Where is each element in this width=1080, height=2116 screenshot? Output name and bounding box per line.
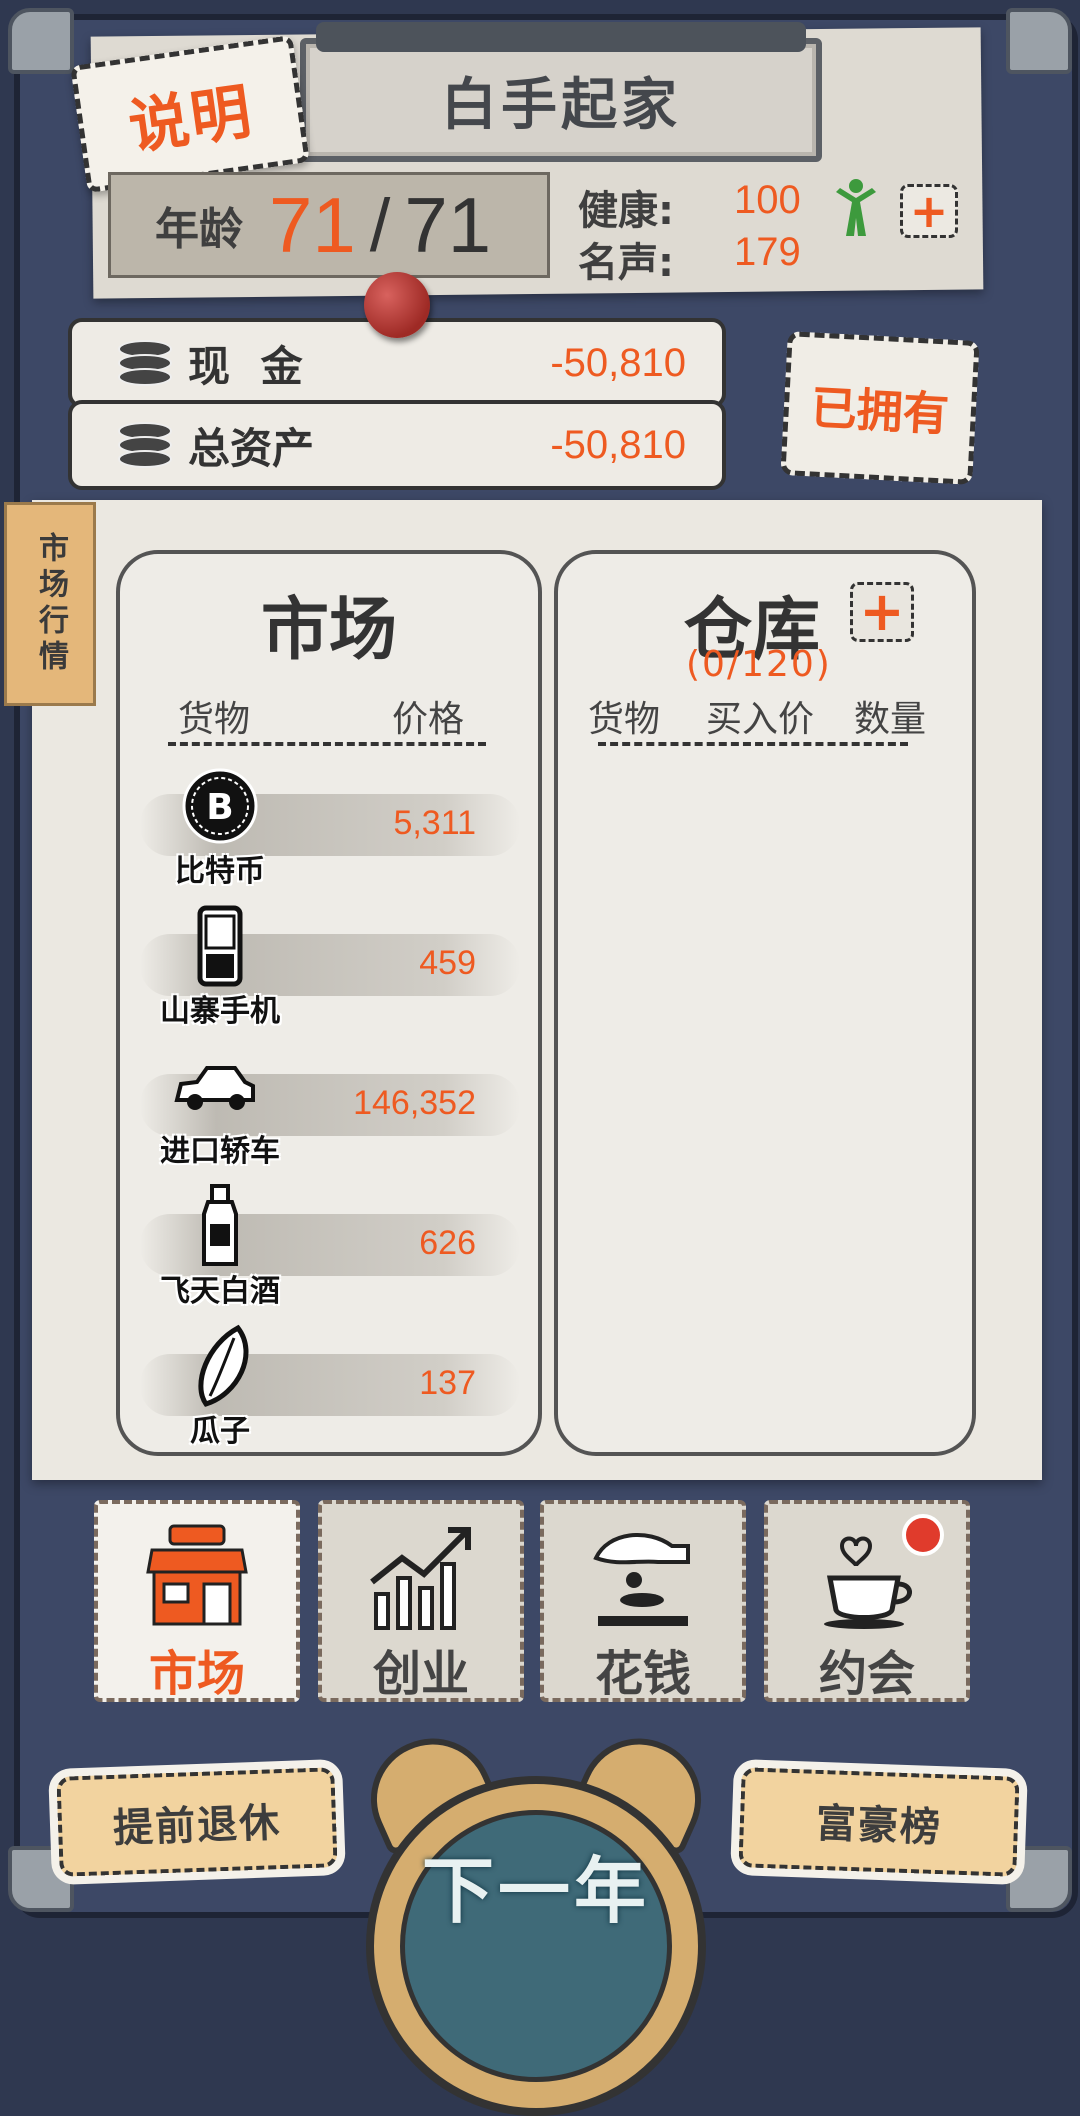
rich-list-label: 富豪榜: [815, 1800, 943, 1852]
bottom-tab-bar: 市场 创业 花钱 约会: [70, 1500, 1010, 1712]
seed-icon: [198, 1324, 249, 1407]
health-person-icon: [836, 179, 876, 236]
market-panel: 市场 货物 价格 B 比特币 5,311 山寨手机 459 进口轿车 146,3…: [116, 550, 542, 1456]
age-label: 年龄: [155, 204, 243, 255]
liquor-bottle-icon: [202, 1184, 238, 1266]
tab-label: 约会: [818, 1646, 915, 1702]
coin-stack-icon: [118, 340, 172, 386]
market-title: 市场: [260, 591, 397, 670]
next-year-label: 下一年: [421, 1849, 650, 1933]
age-max: 71: [404, 180, 492, 269]
fame-label: 名声:: [578, 240, 674, 286]
bitcoin-icon: B: [182, 768, 258, 844]
warehouse-col-qty: 数量: [854, 699, 927, 740]
assets-label: 总资产: [188, 423, 315, 473]
svg-text:B: B: [206, 787, 233, 828]
alarm-clock-icon: [366, 1776, 706, 2116]
car-icon: [174, 1066, 255, 1110]
health-plus-button[interactable]: +: [900, 184, 958, 238]
goods-price: 459: [419, 944, 476, 982]
plus-icon: +: [859, 580, 905, 643]
owned-button[interactable]: 已拥有: [780, 331, 980, 485]
warehouse-panel: 仓库 + (0/120) 货物 买入价 数量: [554, 550, 976, 1456]
market-item-phone[interactable]: 山寨手机 459: [120, 904, 538, 1044]
owned-label: 已拥有: [809, 380, 951, 442]
frame-corner: [8, 8, 74, 74]
divider: [598, 742, 908, 746]
market-item-car[interactable]: 进口轿车 146,352: [120, 1044, 538, 1184]
cash-value: -50,810: [550, 340, 686, 385]
warehouse-col-buy-price: 买入价: [706, 699, 815, 740]
title-plaque: 白手起家: [300, 22, 822, 162]
health-label: 健康:: [578, 188, 674, 234]
tab-dating[interactable]: 约会: [764, 1500, 970, 1702]
growth-chart-icon: [370, 1527, 471, 1630]
next-year-button[interactable]: 下一年: [351, 1719, 721, 2116]
explain-label: 说明: [124, 76, 258, 163]
push-pin: [364, 272, 430, 338]
goods-price: 5,311: [393, 804, 476, 842]
tab-label: 花钱: [594, 1646, 691, 1702]
age-current: 71: [269, 180, 356, 269]
goods-name: 瓜子: [190, 1414, 250, 1449]
tab-label: 创业: [372, 1646, 469, 1702]
game-title: 白手起家: [441, 72, 681, 138]
fame-value: 179: [734, 230, 801, 274]
market-item-seeds[interactable]: 瓜子 137: [120, 1324, 538, 1464]
market-col-price: 价格: [392, 699, 465, 740]
plaque-bar: [316, 22, 806, 52]
goods-name: 进口轿车: [160, 1134, 280, 1169]
goods-price: 626: [419, 1224, 476, 1262]
coin-stack-icon: [118, 422, 172, 468]
age-separator: /: [369, 183, 391, 267]
goods-price: 137: [419, 1364, 476, 1402]
tab-spend[interactable]: 花钱: [540, 1500, 746, 1702]
market-trend-label: 市场行情: [33, 532, 68, 676]
rich-list-button[interactable]: 富豪榜: [738, 1767, 1020, 1877]
tab-business[interactable]: 创业: [318, 1500, 524, 1702]
market-item-bitcoin[interactable]: B 比特币 5,311: [120, 764, 538, 904]
early-retire-button[interactable]: 提前退休: [56, 1767, 338, 1877]
goods-name: 比特币: [175, 854, 265, 889]
goods-name: 山寨手机: [160, 994, 280, 1029]
assets-value: -50,810: [550, 422, 686, 467]
warehouse-expand-button[interactable]: +: [850, 582, 914, 642]
goods-name: 飞天白酒: [160, 1274, 280, 1309]
coffee-date-icon: [824, 1536, 912, 1629]
divider: [168, 742, 486, 746]
tab-market[interactable]: 市场: [94, 1500, 300, 1702]
health-value: 100: [734, 178, 801, 222]
plus-icon: +: [909, 184, 949, 238]
market-trend-tag[interactable]: 市场行情: [4, 502, 96, 706]
market-item-liquor[interactable]: 飞天白酒 626: [120, 1184, 538, 1324]
shop-icon: [146, 1524, 248, 1626]
goods-price: 146,352: [353, 1084, 476, 1122]
tab-label: 市场: [148, 1646, 245, 1702]
spend-money-icon: [593, 1532, 690, 1626]
early-retire-label: 提前退休: [112, 1800, 282, 1852]
age-display: 年龄 71 / 71: [108, 172, 550, 278]
market-col-goods: 货物: [178, 699, 251, 740]
phone-icon: [197, 905, 243, 987]
cash-label: 现 金: [188, 341, 311, 391]
warehouse-col-goods: 货物: [588, 699, 661, 740]
warehouse-capacity: (0/120): [686, 644, 832, 685]
assets-row: 总资产 -50,810: [68, 400, 726, 490]
frame-corner: [1006, 8, 1072, 74]
